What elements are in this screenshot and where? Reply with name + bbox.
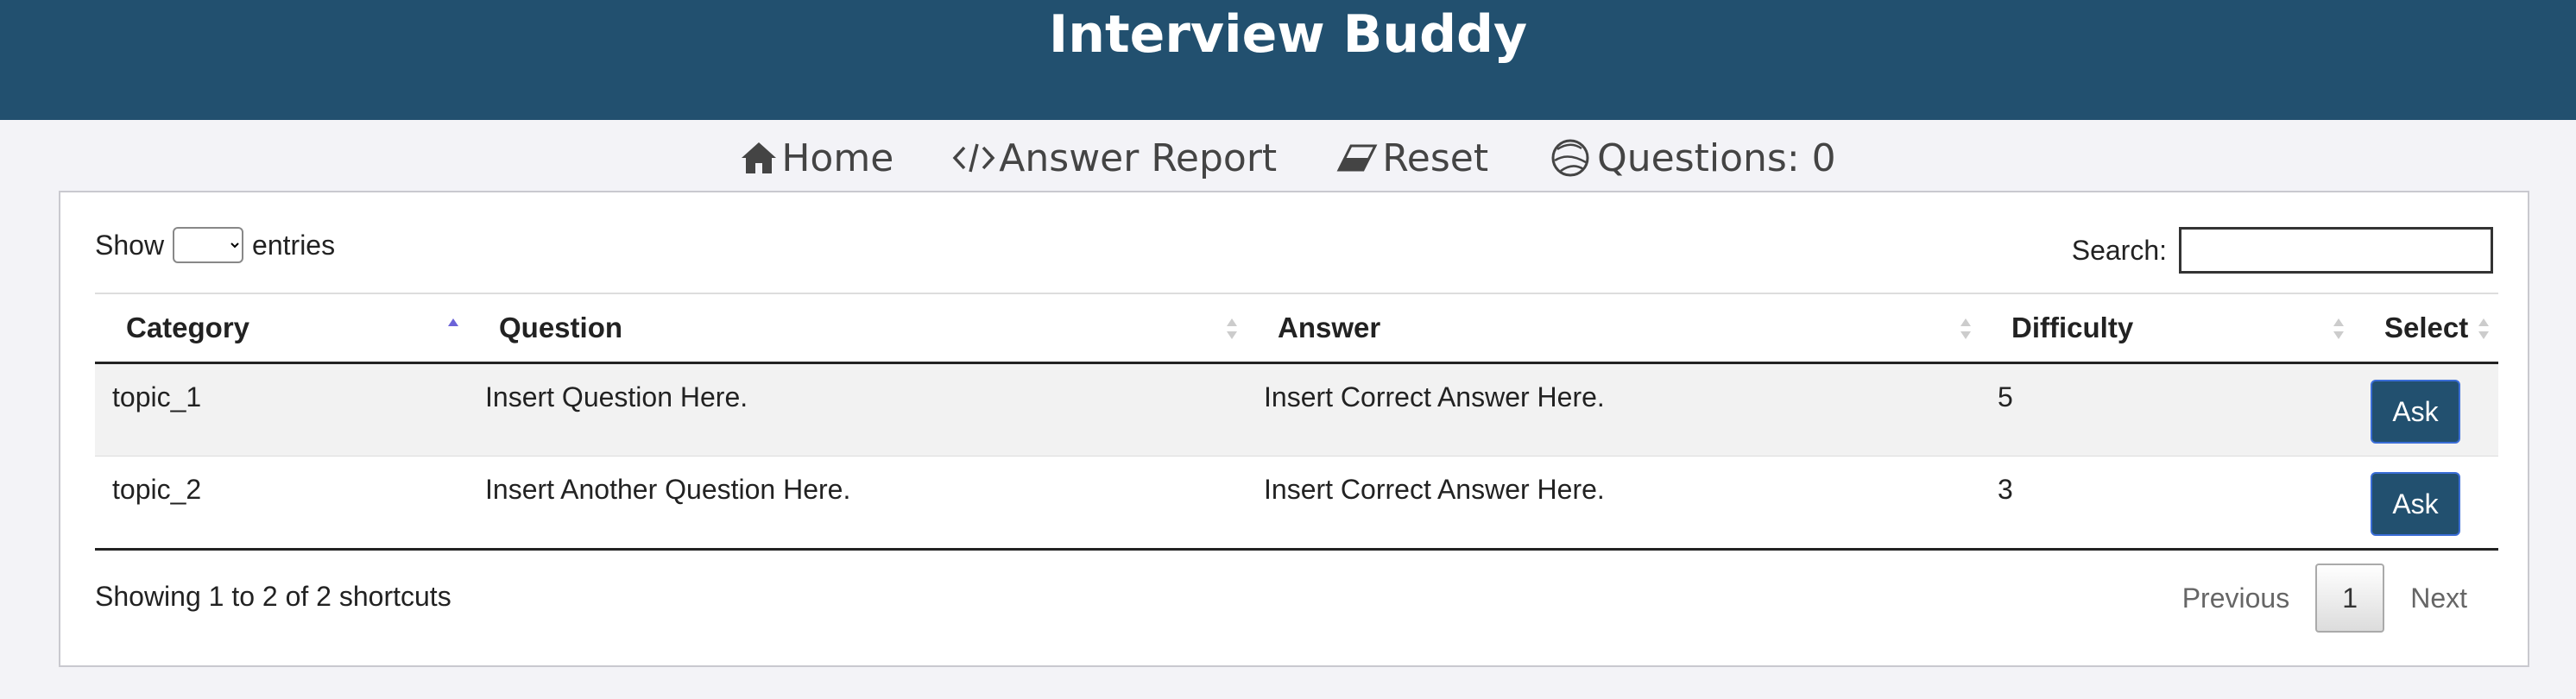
column-header-label: Category	[126, 312, 250, 343]
nav-home[interactable]: Home	[740, 136, 893, 180]
nav-reset[interactable]: Reset	[1335, 136, 1488, 180]
column-header-category[interactable]: Category	[95, 293, 468, 364]
nav-reset-label: Reset	[1382, 135, 1489, 180]
cell-category: topic_1	[112, 381, 202, 412]
entries-select[interactable]	[173, 227, 244, 263]
globe-icon	[1551, 139, 1589, 177]
cell-question: Insert Question Here.	[485, 381, 748, 412]
search-control: Search:	[2072, 227, 2493, 274]
nav-questions-label: Questions: 0	[1597, 135, 1836, 180]
entries-length-control: Show entries	[95, 227, 335, 263]
table-row: topic_1 Insert Question Here. Insert Cor…	[95, 362, 2498, 457]
previous-button[interactable]: Previous	[2156, 582, 2316, 614]
column-header-label: Answer	[1278, 312, 1381, 343]
page-title: Interview Buddy	[1048, 4, 1528, 65]
table-row: topic_2 Insert Another Question Here. In…	[95, 457, 2498, 550]
next-button[interactable]: Next	[2384, 582, 2493, 614]
cell-category: topic_2	[112, 474, 202, 505]
ask-button[interactable]: Ask	[2371, 380, 2460, 444]
entries-label: entries	[252, 229, 336, 261]
nav-questions[interactable]: Questions: 0	[1547, 136, 1836, 180]
column-header-answer[interactable]: Answer	[1247, 293, 1980, 364]
cell-question: Insert Another Question Here.	[485, 474, 851, 505]
table-info: Showing 1 to 2 of 2 shortcuts	[95, 581, 451, 612]
sort-ascending-icon	[448, 318, 458, 326]
sort-icon	[1227, 318, 1237, 339]
cell-select: Ask	[2353, 457, 2498, 550]
ask-button[interactable]: Ask	[2371, 472, 2460, 536]
questions-panel: Show entries Search: Category Question A…	[59, 191, 2529, 667]
cell-difficulty: 5	[1998, 381, 2013, 412]
table-header-row: Category Question Answer Difficulty Sele…	[95, 293, 2498, 364]
column-header-difficulty[interactable]: Difficulty	[1980, 293, 2353, 364]
cell-answer: Insert Correct Answer Here.	[1264, 381, 1605, 412]
pagination: Previous 1 Next	[2156, 564, 2493, 633]
column-header-question[interactable]: Question	[468, 293, 1247, 364]
nav-answer-report-label: Answer Report	[999, 135, 1278, 180]
column-header-select[interactable]: Select	[2353, 293, 2498, 364]
home-icon	[742, 142, 777, 173]
nav-bar: Home Answer Report Reset Questions: 0	[0, 128, 2576, 188]
sort-icon	[1960, 318, 1971, 339]
questions-table: Category Question Answer Difficulty Sele…	[95, 293, 2498, 551]
sort-icon	[2333, 318, 2344, 339]
eraser-icon	[1336, 144, 1378, 172]
sort-icon	[2478, 318, 2489, 339]
page-button-1[interactable]: 1	[2315, 564, 2385, 633]
search-label: Search:	[2071, 234, 2167, 266]
cell-select: Ask	[2353, 363, 2498, 457]
search-input[interactable]	[2179, 227, 2493, 274]
column-header-label: Question	[499, 312, 623, 343]
show-label: Show	[95, 229, 165, 261]
nav-answer-report[interactable]: Answer Report	[952, 136, 1277, 180]
column-header-label: Select	[2384, 312, 2469, 343]
cell-difficulty: 3	[1998, 474, 2013, 505]
app-header: Interview Buddy	[0, 0, 2576, 120]
nav-home-label: Home	[781, 135, 894, 180]
column-header-label: Difficulty	[2011, 312, 2134, 343]
cell-answer: Insert Correct Answer Here.	[1264, 474, 1605, 505]
code-icon	[952, 143, 995, 173]
